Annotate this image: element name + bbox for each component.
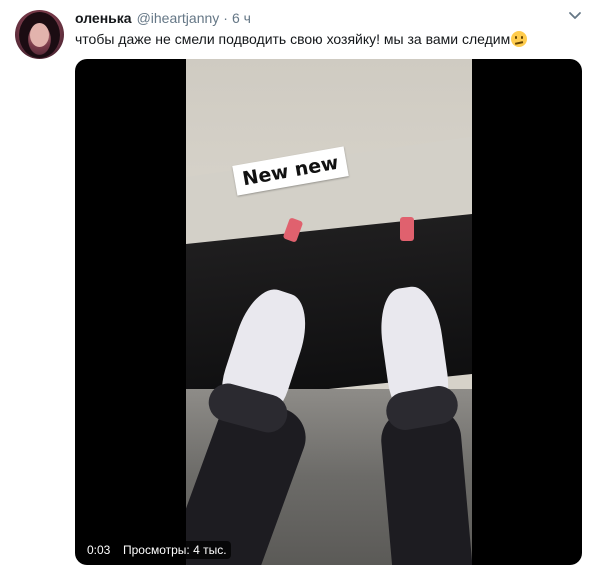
- tweet: оленька @iheartjanny · 6 ч чтобы даже не…: [0, 0, 598, 577]
- video-player[interactable]: New new 0:03 Просмотры: 4 тыс.: [75, 59, 582, 565]
- chevron-down-icon[interactable]: [568, 10, 582, 22]
- tweet-text: чтобы даже не смели подводить свою хозяй…: [75, 31, 511, 47]
- tweet-text-line: чтобы даже не смели подводить свою хозяй…: [75, 30, 528, 48]
- avatar[interactable]: [15, 10, 64, 59]
- right-blade-guard: [400, 217, 414, 241]
- right-leg: [378, 405, 472, 565]
- author-name[interactable]: оленька: [75, 10, 132, 26]
- tweet-header: оленька @iheartjanny · 6 ч: [75, 10, 251, 28]
- video-frame: New new: [186, 59, 472, 565]
- timestamp[interactable]: 6 ч: [232, 10, 251, 26]
- face-with-raised-eyebrow-emoji: [511, 31, 528, 47]
- avatar-face: [30, 23, 49, 47]
- separator-dot: ·: [223, 10, 228, 26]
- video-duration-badge: 0:03: [83, 541, 115, 559]
- author-handle[interactable]: @iheartjanny: [137, 10, 220, 26]
- view-count-badge: Просмотры: 4 тыс.: [119, 541, 231, 559]
